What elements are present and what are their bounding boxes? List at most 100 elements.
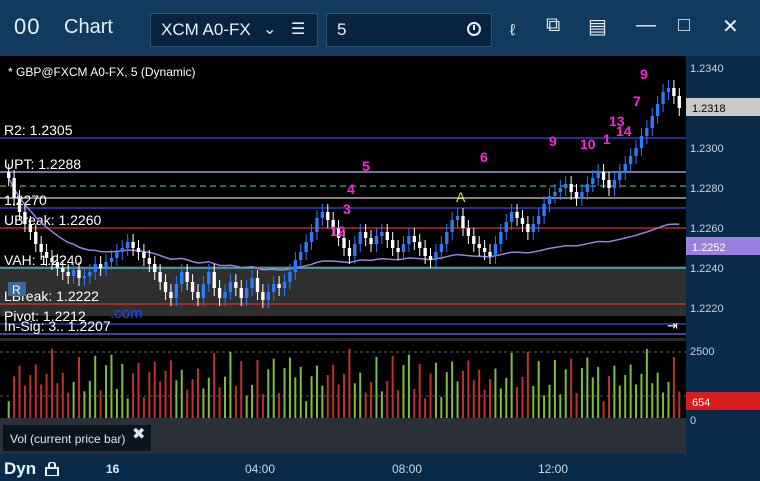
volume-bar <box>597 366 600 418</box>
interval-selector[interactable]: 5 <box>326 13 492 47</box>
chart-app-icon[interactable]: 00 <box>14 14 40 40</box>
volume-bar <box>678 391 681 418</box>
candle-body <box>44 252 49 258</box>
volume-bar <box>299 366 302 418</box>
candle-body <box>136 248 141 252</box>
candle-body <box>71 270 76 276</box>
volume-bar <box>267 369 270 418</box>
volume-bar <box>613 365 616 418</box>
volume-bar <box>505 377 508 418</box>
volume-bar <box>283 368 286 418</box>
close-icon[interactable]: ✖ <box>132 424 145 444</box>
volume-bar <box>337 384 340 418</box>
lock-icon[interactable] <box>44 462 60 476</box>
candle-body <box>672 88 676 96</box>
r-box-label: R <box>12 283 21 297</box>
candle-body <box>39 244 43 252</box>
menu-icon[interactable]: ☰ <box>291 19 305 39</box>
volume-bar <box>50 348 53 418</box>
candle-body <box>423 248 427 256</box>
volume-bar <box>278 393 281 418</box>
candle-body <box>66 272 70 276</box>
volume-bar <box>61 372 64 418</box>
candle-body <box>272 284 276 292</box>
candle-body <box>574 192 579 198</box>
volume-bar <box>45 373 48 418</box>
candle-body <box>120 248 124 252</box>
candle-body <box>315 218 319 232</box>
interval-value: 5 <box>337 20 347 39</box>
close-icon[interactable]: ✕ <box>722 14 739 39</box>
signal-letter: A <box>456 189 466 205</box>
candle-body <box>169 292 173 298</box>
volume-bar <box>548 384 551 418</box>
volume-bar <box>537 361 540 418</box>
candle-body <box>390 240 395 248</box>
candle-body <box>553 192 557 196</box>
clock-icon[interactable] <box>467 22 481 36</box>
volume-bar <box>494 368 497 418</box>
candle-body <box>493 244 498 256</box>
price-tick: 1.2340 <box>690 63 724 75</box>
volume-bar <box>40 384 43 418</box>
chevron-down-icon[interactable]: ⌄ <box>263 19 276 39</box>
volume-bar <box>29 375 32 418</box>
count-label: 14 <box>616 123 632 139</box>
candle-body <box>326 212 330 220</box>
candle-body <box>320 212 325 218</box>
title-bar: 00 Chart XCM A0-FX ⌄ ☰ 5 ℓ ⧉ ▤ — □ ✕ <box>0 0 760 56</box>
volume-bar <box>456 381 459 418</box>
mode-label[interactable]: Dyn <box>4 459 36 479</box>
volume-bar <box>516 387 519 418</box>
price-tick: 1.2280 <box>690 183 724 195</box>
symbol-selector[interactable]: XCM A0-FX ⌄ ☰ <box>150 13 318 47</box>
candle-body <box>450 220 454 232</box>
volume-bar <box>656 372 659 418</box>
candle-body <box>228 282 233 292</box>
candle-body <box>612 180 617 188</box>
template-icon[interactable]: ▤ <box>588 14 607 39</box>
volume-bar <box>99 390 102 418</box>
chart-window: 00 Chart XCM A0-FX ⌄ ☰ 5 ℓ ⧉ ▤ — □ ✕ * G… <box>0 0 760 481</box>
level-label: In-Sig: 3.. 1.2207 <box>4 318 111 334</box>
price-chart[interactable]: * GBP@FXCM A0-FX, 5 (Dynamic) R2: 1.2305… <box>0 56 760 481</box>
volume-bar <box>13 376 16 418</box>
volume-bar <box>94 355 97 418</box>
volume-bar <box>148 372 151 418</box>
volume-bar <box>580 368 583 418</box>
volume-bar <box>224 376 227 418</box>
candle-body <box>504 222 508 232</box>
candle-body <box>537 216 541 224</box>
scroll-end-icon[interactable]: ⇥ <box>667 318 678 333</box>
candle-body <box>207 272 211 284</box>
candle-body <box>542 204 546 216</box>
candle-body <box>185 272 189 282</box>
count-label: 4 <box>347 181 355 197</box>
candle-body <box>250 278 254 288</box>
candle-body <box>374 236 379 244</box>
candle-body <box>217 288 222 298</box>
copy-icon[interactable]: ⧉ <box>546 14 560 37</box>
maximize-icon[interactable]: □ <box>678 14 690 37</box>
volume-bar <box>386 380 389 418</box>
pane-title: * GBP@FXCM A0-FX, 5 (Dynamic) <box>8 65 196 79</box>
volume-bar <box>137 362 140 418</box>
candle-body <box>77 270 81 278</box>
minimize-icon[interactable]: — <box>636 14 656 37</box>
level-label: UPT: 1.2288 <box>4 156 81 172</box>
vol-tick-zero: 0 <box>690 415 696 427</box>
candle-body <box>596 172 600 178</box>
candle-body <box>526 224 530 232</box>
candle-body <box>142 252 146 258</box>
volume-bar <box>7 401 10 418</box>
draw-icon[interactable]: ℓ <box>510 22 515 40</box>
volume-bar <box>434 362 437 418</box>
volume-bar <box>180 369 183 418</box>
count-label: 9 <box>640 66 648 82</box>
time-label: 04:00 <box>245 462 276 476</box>
candle-body <box>347 248 352 256</box>
candle-body <box>585 184 590 192</box>
candle-body <box>196 292 200 298</box>
volume-bar <box>305 401 308 418</box>
date-label: 16 <box>106 462 120 476</box>
